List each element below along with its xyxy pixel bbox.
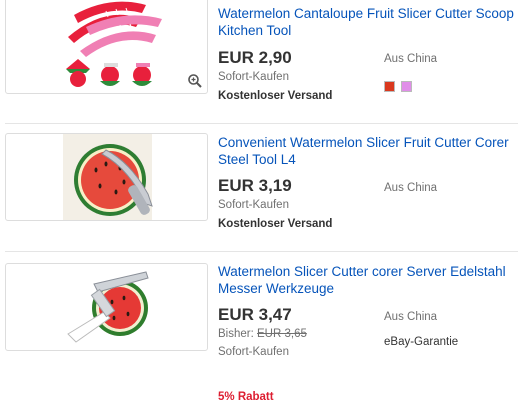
buy-format: Sofort-Kaufen [218, 346, 289, 358]
color-swatch-pink[interactable] [401, 81, 412, 92]
listing-price: EUR 3,19 [218, 176, 292, 195]
listing-title[interactable]: Watermelon Cantaloupe Fruit Slicer Cutte… [218, 5, 518, 39]
previous-price-value: EUR 3,65 [257, 328, 307, 340]
item-origin: Aus China [384, 182, 438, 194]
zoom-icon[interactable] [187, 73, 203, 89]
divider [5, 251, 518, 252]
previous-price-label: Bisher: [218, 328, 254, 340]
slicer-product-photo [67, 271, 149, 343]
listing-title-text[interactable]: Watermelon Slicer Cutter corer Server Ed… [218, 263, 518, 297]
slicer-product-photo [66, 1, 162, 87]
slicer-product-photo [63, 134, 153, 220]
ebay-guarantee: eBay-Garantie [384, 336, 459, 348]
previous-price: Bisher: EUR 3,65 [218, 328, 307, 340]
divider [5, 123, 518, 124]
item-origin: Aus China [384, 311, 438, 323]
product-image[interactable] [5, 133, 208, 221]
listing-title[interactable]: Watermelon Slicer Cutter corer Server Ed… [218, 263, 518, 297]
listing-price: EUR 3,47 [218, 305, 292, 324]
listing-title-text[interactable]: Convenient Watermelon Slicer Fruit Cutte… [218, 134, 518, 168]
listing-title-text[interactable]: Watermelon Cantaloupe Fruit Slicer Cutte… [218, 5, 518, 39]
buy-format: Sofort-Kaufen [218, 199, 289, 211]
item-origin: Aus China [384, 53, 438, 65]
buy-format: Sofort-Kaufen [218, 71, 289, 83]
color-swatch-red[interactable] [384, 81, 395, 92]
shipping-info: Kostenloser Versand [218, 90, 333, 102]
discount-badge: 5% Rabatt [218, 391, 274, 403]
shipping-info: Kostenloser Versand [218, 218, 333, 230]
product-image[interactable] [5, 0, 208, 94]
product-image[interactable] [5, 263, 208, 351]
listing-title[interactable]: Convenient Watermelon Slicer Fruit Cutte… [218, 134, 518, 168]
listing-price: EUR 2,90 [218, 48, 292, 67]
